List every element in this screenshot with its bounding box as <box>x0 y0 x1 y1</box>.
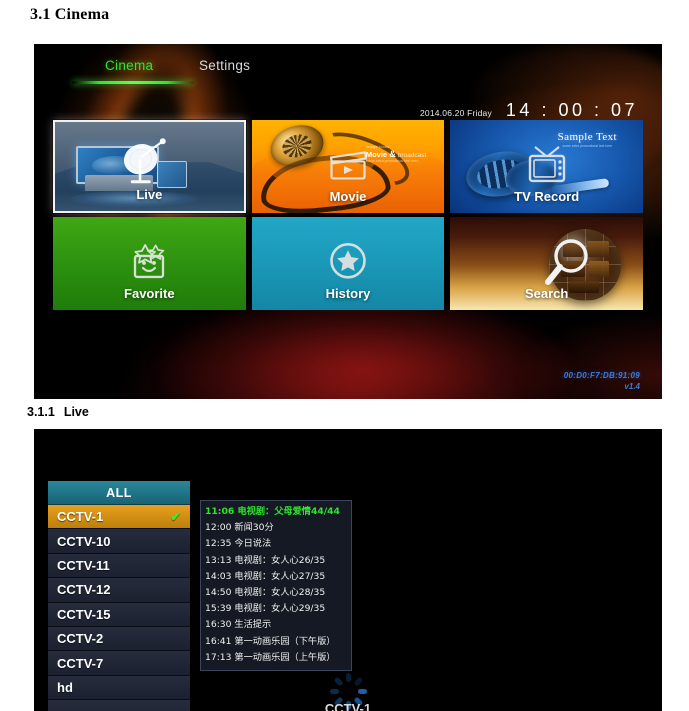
channel-row[interactable]: CCTV-12 <box>48 578 190 603</box>
channel-name: hd <box>57 679 73 695</box>
channel-row[interactable]: CCTV-7 <box>48 651 190 676</box>
subsection-number: 3.1.1 <box>27 405 55 419</box>
epg-row[interactable]: 15:39 电视剧：女人心29/35 <box>205 601 347 617</box>
magnifier-icon <box>545 239 588 285</box>
epg-row[interactable]: 16:41 第一动画乐园（下午版） <box>205 634 347 650</box>
channel-row[interactable] <box>48 700 190 711</box>
firmware-version: v1.4 <box>624 382 640 391</box>
movie-promo-line3: some extra promotional text here <box>365 159 419 163</box>
movie-promo-word-broadcast: broadcast <box>397 152 427 159</box>
cinema-tile-grid: Live Image icons Movie & broadcast some … <box>53 120 643 310</box>
tv-record-sample-title: Sample Text <box>557 131 617 143</box>
epg-row[interactable]: 13:13 电视剧：女人心26/35 <box>205 553 347 569</box>
epg-title: 电视剧：女人心27/35 <box>234 570 326 582</box>
television-icon <box>528 145 565 182</box>
epg-title: 今日说法 <box>234 538 272 550</box>
cinema-screenshot: Cinema Settings 2014.06.20 Friday 14 : 0… <box>34 44 662 399</box>
channel-name: CCTV-1 <box>57 509 104 525</box>
epg-title: 电视剧：女人心28/35 <box>234 587 326 599</box>
movie-promo-line2: Movie & broadcast <box>366 149 427 159</box>
tv-record-sample-sub: some extra promotional text here <box>562 144 613 148</box>
clock-time: 14 : 00 : 07 <box>505 100 638 120</box>
channel-row[interactable]: CCTV-10 <box>48 529 190 554</box>
document-page: 3.1 Cinema Cinema Settings 2014.06.20 Fr… <box>0 0 689 711</box>
epg-time: 11:06 <box>205 506 235 517</box>
epg-title: 新闻30分 <box>234 522 274 534</box>
movie-promo-word-movie: Movie <box>365 150 388 159</box>
epg-title: 电视剧：女人心29/35 <box>234 603 326 615</box>
channel-row[interactable]: hd <box>48 675 190 701</box>
epg-title: 电视剧：女人心26/35 <box>234 554 326 566</box>
epg-row[interactable]: 11:06 电视剧：父母爱情44/44 <box>205 504 347 520</box>
channel-name: CCTV-7 <box>57 655 104 671</box>
tv-record-promo-text: Sample Text some extra promotional text … <box>558 131 617 148</box>
category-header: ALL <box>48 481 190 505</box>
subsection-heading: 3.1.1 Live <box>27 405 89 419</box>
tile-movie-label: Movie <box>329 189 367 204</box>
tile-search-label: Search <box>524 286 569 301</box>
channel-list-panel: ALL CCTV-1 ✔ CCTV-10 CCTV-11 CCTV-12 CCTV-15 C… <box>48 481 190 711</box>
epg-title: 第一动画乐园（上午版） <box>234 651 336 663</box>
movie-promo-amp: & <box>389 149 396 159</box>
epg-time: 14:03 <box>205 570 232 582</box>
tile-tv-record[interactable]: Sample Text some extra promotional text … <box>450 120 643 213</box>
tile-tv-record-label: TV Record <box>514 189 580 204</box>
tile-search[interactable]: Search <box>450 217 643 310</box>
epg-time: 17:13 <box>205 651 232 663</box>
epg-row[interactable]: 12:00 新闻30分 <box>205 520 347 536</box>
tile-live-label: Live <box>136 187 163 202</box>
channel-name: CCTV-15 <box>57 606 111 622</box>
section-heading: 3.1 Cinema <box>30 6 110 23</box>
osd-channel-name: CCTV-1 <box>324 701 372 711</box>
channel-list[interactable]: CCTV-1 ✔ CCTV-10 CCTV-11 CCTV-12 CCTV-15 CCTV-… <box>48 505 190 711</box>
clock: 2014.06.20 Friday 14 : 00 : 07 <box>420 100 638 121</box>
clapperboard-icon <box>329 150 368 180</box>
favorite-box-icon <box>134 243 165 278</box>
active-tab-underline <box>72 81 194 84</box>
live-screenshot: ALL CCTV-1 ✔ CCTV-10 CCTV-11 CCTV-12 CCTV-15 C… <box>34 429 662 711</box>
epg-program-list[interactable]: 11:06 电视剧：父母爱情44/44 12:00 新闻30分 12:35 今日说法… <box>200 500 352 672</box>
channel-name: CCTV-2 <box>57 631 104 647</box>
epg-time: 14:50 <box>205 587 232 599</box>
channel-name: CCTV-12 <box>57 582 111 598</box>
star-circle-icon <box>330 242 366 279</box>
cinema-top-nav: Cinema Settings <box>34 58 662 92</box>
tile-history-label: History <box>325 286 371 301</box>
channel-row[interactable]: CCTV-15 <box>48 602 190 627</box>
channel-name: CCTV-10 <box>57 533 111 549</box>
tab-settings[interactable]: Settings <box>199 58 250 73</box>
channel-row[interactable]: CCTV-2 <box>48 626 190 652</box>
category-label: ALL <box>106 485 132 500</box>
channel-checkmark-icon: ✔ <box>170 508 181 524</box>
epg-title: 生活提示 <box>234 619 272 631</box>
epg-row[interactable]: 17:13 第一动画乐园（上午版） <box>205 650 347 666</box>
clock-date: 2014.06.20 Friday <box>420 108 492 118</box>
epg-time: 13:13 <box>205 554 232 566</box>
channel-name: CCTV-11 <box>57 557 110 573</box>
tile-movie[interactable]: Image icons Movie & broadcast some extra… <box>251 120 445 213</box>
tile-history[interactable]: History <box>251 217 445 310</box>
tab-cinema[interactable]: Cinema <box>105 58 153 73</box>
channel-row[interactable]: CCTV-1 ✔ <box>48 505 190 530</box>
epg-time: 16:30 <box>205 619 232 631</box>
subsection-title: Live <box>63 405 89 419</box>
epg-title: 电视剧：父母爱情44/44 <box>237 506 340 517</box>
mac-address: 00:D0:F7:DB:91:09 <box>563 371 640 380</box>
channel-row[interactable]: CCTV-11 <box>48 553 190 579</box>
cinema-footer-info: 00:D0:F7:DB:91:09 v1.4 <box>564 371 640 391</box>
tile-live[interactable]: Live <box>53 120 246 213</box>
satellite-dish-icon <box>124 137 167 183</box>
epg-time: 15:39 <box>205 603 232 615</box>
epg-time: 16:41 <box>205 635 232 647</box>
epg-row[interactable]: 14:03 电视剧：女人心27/35 <box>205 569 347 585</box>
epg-row[interactable]: 12:35 今日说法 <box>205 536 347 552</box>
epg-time: 12:00 <box>205 522 232 534</box>
epg-row[interactable]: 16:30 生活提示 <box>205 617 347 633</box>
tile-favorite-label: Favorite <box>124 286 175 301</box>
epg-time: 12:35 <box>205 538 232 550</box>
movie-promo-text: Image icons Movie & broadcast some extra… <box>366 144 427 163</box>
epg-title: 第一动画乐园（下午版） <box>234 635 336 647</box>
epg-row[interactable]: 14:50 电视剧：女人心28/35 <box>205 585 347 601</box>
tile-favorite[interactable]: Favorite <box>53 217 246 310</box>
